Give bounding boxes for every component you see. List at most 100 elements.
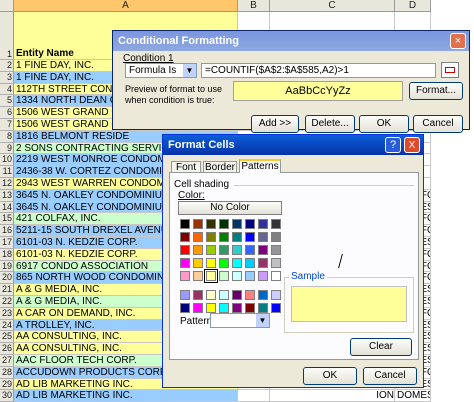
grid-cell[interactable]: DOMEST [395, 390, 431, 402]
color-swatch[interactable] [206, 232, 216, 242]
color-swatch[interactable] [232, 271, 242, 281]
row-header[interactable]: 9 [0, 142, 14, 155]
table-row[interactable]: AD LIB MARKETING INC. [14, 390, 238, 402]
row-header[interactable]: 20 [0, 272, 14, 285]
color-swatch[interactable] [258, 232, 268, 242]
row-header[interactable]: 17 [0, 237, 14, 249]
color-swatch[interactable] [206, 258, 216, 268]
color-swatch[interactable] [180, 303, 190, 313]
color-swatch[interactable] [206, 303, 216, 313]
grid-cell[interactable]: ION [270, 390, 395, 402]
color-swatch[interactable] [206, 245, 216, 255]
color-swatch[interactable] [180, 258, 190, 268]
formula-input[interactable]: =COUNTIF($A$2:$A$585,A2)>1 [201, 63, 436, 78]
row-header[interactable]: 24 [0, 319, 14, 332]
color-swatch[interactable] [204, 269, 218, 283]
cancel-button[interactable]: Cancel [413, 115, 463, 133]
row-header[interactable]: 16 [0, 225, 14, 237]
formula-type-select[interactable]: Formula Is ▼ [125, 63, 197, 78]
pattern-select[interactable]: ▼ [210, 313, 270, 328]
color-swatch[interactable] [271, 271, 281, 281]
help-icon[interactable]: ? [385, 137, 401, 153]
color-swatch[interactable] [193, 290, 203, 300]
row-header[interactable]: 26 [0, 343, 14, 355]
row-header[interactable]: 28 [0, 366, 14, 379]
row-header[interactable]: 2 [0, 60, 14, 72]
row-header[interactable]: 22 [0, 296, 14, 308]
color-swatch[interactable] [245, 290, 255, 300]
color-swatch[interactable] [271, 232, 281, 242]
format-button[interactable]: Format... [409, 82, 463, 100]
color-swatch[interactable] [180, 219, 190, 229]
color-swatch[interactable] [193, 271, 203, 281]
row-header[interactable]: 12 [0, 178, 14, 190]
color-swatch[interactable] [206, 290, 216, 300]
delete-button[interactable]: Delete... [305, 115, 355, 133]
row-header[interactable]: 18 [0, 248, 14, 261]
no-color-button[interactable]: No Color [178, 201, 282, 215]
color-swatch[interactable] [245, 219, 255, 229]
clear-button[interactable]: Clear [350, 338, 412, 356]
column-header-c[interactable]: C [270, 0, 395, 12]
row-header[interactable]: 6 [0, 107, 14, 119]
row-header[interactable]: 5 [0, 95, 14, 108]
color-swatch[interactable] [180, 290, 190, 300]
column-header-b[interactable]: B [238, 0, 270, 12]
row-header[interactable]: 3 [0, 71, 14, 84]
row-header[interactable]: 23 [0, 307, 14, 320]
color-swatch[interactable] [258, 303, 268, 313]
chevron-down-icon[interactable]: ▼ [183, 64, 196, 77]
color-swatch[interactable] [245, 232, 255, 242]
color-swatch[interactable] [219, 232, 229, 242]
chevron-down-icon[interactable]: ▼ [256, 314, 269, 327]
color-swatch[interactable] [193, 303, 203, 313]
grid-cell[interactable] [238, 390, 270, 402]
color-swatch[interactable] [232, 258, 242, 268]
select-all-corner[interactable] [0, 0, 14, 12]
color-swatch[interactable] [245, 245, 255, 255]
close-icon[interactable]: X [404, 137, 420, 153]
color-swatch[interactable] [180, 245, 190, 255]
close-icon[interactable]: × [450, 33, 466, 49]
row-header[interactable]: 25 [0, 331, 14, 344]
color-swatch[interactable] [258, 258, 268, 268]
color-swatch[interactable] [258, 271, 268, 281]
row-header[interactable]: 15 [0, 213, 14, 226]
row-header[interactable]: 13 [0, 189, 14, 202]
color-swatch[interactable] [271, 245, 281, 255]
color-swatch[interactable] [193, 232, 203, 242]
row-header[interactable]: 29 [0, 378, 14, 391]
collapse-dialog-icon[interactable] [441, 62, 459, 78]
color-swatch[interactable] [219, 245, 229, 255]
add-button[interactable]: Add >> [251, 115, 299, 133]
color-swatch[interactable] [219, 271, 229, 281]
color-swatch[interactable] [219, 290, 229, 300]
row-header[interactable]: 14 [0, 201, 14, 214]
color-swatch[interactable] [206, 219, 216, 229]
color-swatch[interactable] [232, 219, 242, 229]
row-header[interactable]: 21 [0, 284, 14, 296]
color-swatch[interactable] [193, 219, 203, 229]
color-swatch[interactable] [193, 245, 203, 255]
column-header-d[interactable]: D [395, 0, 431, 12]
row-header[interactable]: 10 [0, 154, 14, 167]
color-swatch[interactable] [180, 232, 190, 242]
color-swatch[interactable] [219, 258, 229, 268]
color-swatch[interactable] [258, 290, 268, 300]
color-swatch[interactable] [232, 303, 242, 313]
color-swatch[interactable] [245, 258, 255, 268]
cancel-button[interactable]: Cancel [363, 367, 417, 385]
tab-patterns[interactable]: Patterns [239, 159, 281, 173]
row-header[interactable]: 11 [0, 166, 14, 178]
row-header[interactable]: 7 [0, 119, 14, 131]
color-swatch[interactable] [271, 303, 281, 313]
color-swatch[interactable] [193, 258, 203, 268]
row-header[interactable]: 19 [0, 260, 14, 273]
color-swatch[interactable] [180, 271, 190, 281]
row-header[interactable]: 30 [0, 390, 14, 402]
color-swatch[interactable] [245, 271, 255, 281]
color-swatch[interactable] [232, 245, 242, 255]
row-header[interactable]: 1 [0, 12, 14, 60]
color-swatch[interactable] [219, 219, 229, 229]
color-swatch[interactable] [271, 219, 281, 229]
